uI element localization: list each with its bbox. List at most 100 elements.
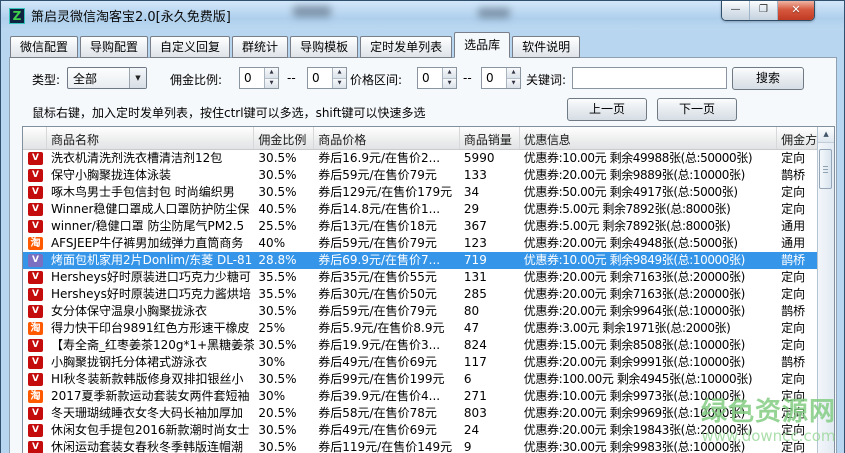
spinner-down-icon[interactable]: ▼ bbox=[333, 79, 346, 89]
spinner-down-icon[interactable]: ▼ bbox=[507, 79, 520, 89]
product-name-cell: Hersheys好时原装进口巧克力少糖可 bbox=[47, 269, 254, 286]
table-row[interactable]: 淘 AFSJEEP牛仔裤男加绒弹力直筒商务 40% 券后59元/在售价79元 1… bbox=[23, 235, 817, 252]
price-cell: 券后119元/在售价149元 bbox=[314, 439, 460, 453]
hint-text: 鼠标右键，加入定时发单列表，按住ctrl键可以多选，shift键可以快速多选 bbox=[32, 104, 425, 121]
icon-cell: 淘 bbox=[23, 388, 47, 405]
keyword-input[interactable] bbox=[572, 67, 727, 89]
icon-cell: 淘 bbox=[23, 235, 47, 252]
tab-guide-template[interactable]: 导购模板 bbox=[290, 36, 358, 58]
tab-label: 群统计 bbox=[242, 40, 278, 54]
sales-cell: 24 bbox=[460, 422, 520, 439]
table-row[interactable]: V 女分体保守温泉小胸聚拢泳衣 30.5% 券后59元/在售价79元 80 优惠… bbox=[23, 303, 817, 320]
next-page-button[interactable]: 下一页 bbox=[657, 98, 737, 121]
sales-cell: 285 bbox=[460, 286, 520, 303]
commission-max-spinner[interactable]: 0 ▲▼ bbox=[307, 67, 347, 89]
product-table: 商品名称 佣金比例 商品价格 商品销量 优惠信息 佣金方式 V 洗衣机清洗剂洗衣… bbox=[22, 126, 835, 453]
table-row[interactable]: V 小胸聚拢钢托分体裙式游泳衣 30% 券后49元/在售价69元 117 优惠券… bbox=[23, 354, 817, 371]
commission-min-value[interactable]: 0 bbox=[240, 68, 264, 88]
table-row[interactable]: V 洗衣机清洗剂洗衣槽清洁剂12包 30.5% 券后16.9元/在售价2... … bbox=[23, 150, 817, 167]
tmall-icon: V bbox=[28, 220, 43, 233]
price-max-spinner[interactable]: 0 ▲▼ bbox=[481, 67, 521, 89]
prev-page-button[interactable]: 上一页 bbox=[567, 98, 647, 121]
table-row[interactable]: 淘 得力快干印台9891红色方形速干橡皮 25% 券后5.9元/在售价8.9元 … bbox=[23, 320, 817, 337]
coupon-info-cell: 优惠券:5.00元 剩余7892张(总:8000张) bbox=[520, 201, 777, 218]
product-name-cell: 小胸聚拢钢托分体裙式游泳衣 bbox=[47, 354, 254, 371]
price-cell: 券后14.8元/在售价1... bbox=[314, 201, 460, 218]
spinner-up-icon[interactable]: ▲ bbox=[333, 68, 346, 79]
column-header-price[interactable]: 商品价格 bbox=[314, 127, 460, 149]
tab-group-stats[interactable]: 群统计 bbox=[232, 36, 288, 58]
spinner-up-icon[interactable]: ▲ bbox=[443, 68, 456, 79]
spinner-down-icon[interactable]: ▼ bbox=[265, 79, 278, 89]
tmall-icon: V bbox=[28, 373, 43, 386]
price-min-spinner[interactable]: 0 ▲▼ bbox=[417, 67, 457, 89]
scrollbar-thumb[interactable] bbox=[819, 149, 832, 189]
tab-timed-send-list[interactable]: 定时发单列表 bbox=[360, 36, 452, 58]
sales-cell: 133 bbox=[460, 167, 520, 184]
column-header-commission[interactable]: 佣金比例 bbox=[254, 127, 314, 149]
table-row[interactable]: V winner/稳健口罩 防尘防尾气PM2.5 25.5% 券后13元/在售价… bbox=[23, 218, 817, 235]
sales-cell: 131 bbox=[460, 269, 520, 286]
scroll-up-icon[interactable]: ▲ bbox=[818, 127, 834, 143]
minimize-button[interactable]: — bbox=[722, 1, 750, 20]
column-header-icon[interactable] bbox=[23, 127, 47, 149]
table-row[interactable]: V HI秋冬装新款韩版修身双排扣银丝小 30.5% 券后99元/在售价199元 … bbox=[23, 371, 817, 388]
commission-label: 佣金比例: bbox=[170, 71, 222, 88]
column-header-type[interactable]: 佣金方式 bbox=[777, 127, 817, 149]
commission-range-separator: -- bbox=[287, 71, 296, 85]
commission-cell: 40% bbox=[254, 235, 314, 252]
search-button[interactable]: 搜索 bbox=[732, 67, 804, 90]
price-max-value[interactable]: 0 bbox=[482, 68, 506, 88]
table-row[interactable]: V 烤面包机家用2片Donlim/东菱 DL-81 28.8% 券后69.9元/… bbox=[23, 252, 817, 269]
spinner-up-icon[interactable]: ▲ bbox=[507, 68, 520, 79]
coupon-info-cell: 优惠券:100.00元 剩余4945张(总:10000张) bbox=[520, 371, 777, 388]
column-header-sales[interactable]: 商品销量 bbox=[460, 127, 520, 149]
spinner-up-icon[interactable]: ▲ bbox=[265, 68, 278, 79]
titlebar: Z 箫启灵微信淘客宝2.0[永久免费版] — ❐ ✕ bbox=[1, 1, 844, 30]
tab-software-help[interactable]: 软件说明 bbox=[512, 36, 580, 58]
price-min-value[interactable]: 0 bbox=[418, 68, 442, 88]
column-header-coupon[interactable]: 优惠信息 bbox=[520, 127, 777, 149]
commission-cell: 20.5% bbox=[254, 405, 314, 422]
commission-type-cell: 定向 bbox=[777, 286, 817, 303]
vertical-scrollbar[interactable]: ▲ bbox=[817, 127, 834, 453]
column-header-name[interactable]: 商品名称 bbox=[47, 127, 254, 149]
tab-product-library[interactable]: 选品库 bbox=[454, 32, 510, 58]
table-row[interactable]: V 休闲运动套装女春秋冬季韩版连帽潮 30.5% 券后119元/在售价149元 … bbox=[23, 439, 817, 453]
tab-custom-reply[interactable]: 自定义回复 bbox=[150, 36, 230, 58]
table-row[interactable]: V 【寿全斋_红枣姜茶120g*1+黑糖姜茶 30.5% 券后19.9元/在售价… bbox=[23, 337, 817, 354]
table-row[interactable]: V Hersheys好时原装进口巧克力少糖可 35.5% 券后35元/在售价55… bbox=[23, 269, 817, 286]
sales-cell: 34 bbox=[460, 184, 520, 201]
table-row[interactable]: V Hersheys好时原装进口巧克力酱烘培 35.5% 券后30元/在售价50… bbox=[23, 286, 817, 303]
product-name-cell: 2017夏季新款运动套装女两件套短袖 bbox=[47, 388, 254, 405]
tab-wechat-config[interactable]: 微信配置 bbox=[10, 36, 78, 58]
keyword-label: 关键词: bbox=[526, 71, 566, 88]
product-name-cell: HI秋冬装新款韩版修身双排扣银丝小 bbox=[47, 371, 254, 388]
table-row[interactable]: 淘 2017夏季新款运动套装女两件套短袖 30% 券后39.9元/在售价4...… bbox=[23, 388, 817, 405]
icon-cell: 淘 bbox=[23, 320, 47, 337]
table-row[interactable]: V 保守小胸聚拢连体泳装 30.5% 券后59元/在售价79元 133 优惠券:… bbox=[23, 167, 817, 184]
coupon-info-cell: 优惠券:50.00元 剩余4917张(总:5000张) bbox=[520, 184, 777, 201]
spinner-down-icon[interactable]: ▼ bbox=[443, 79, 456, 89]
sales-cell: 117 bbox=[460, 354, 520, 371]
close-button[interactable]: ✕ bbox=[778, 1, 814, 20]
table-row[interactable]: V 休闲女包手提包2016新款潮时尚女士 30.5% 券后49元/在售价69元 … bbox=[23, 422, 817, 439]
app-window: Z 箫启灵微信淘客宝2.0[永久免费版] — ❐ ✕ 微信配置 导购配置 自定义… bbox=[0, 0, 845, 453]
tmall-icon: V bbox=[28, 152, 43, 165]
price-cell: 券后59元/在售价79元 bbox=[314, 235, 460, 252]
maximize-button[interactable]: ❐ bbox=[750, 1, 778, 20]
commission-max-value[interactable]: 0 bbox=[308, 68, 332, 88]
table-row[interactable]: V Winner稳健口罩成人口罩防护防尘保 40.5% 券后14.8元/在售价1… bbox=[23, 201, 817, 218]
table-row[interactable]: V 啄木鸟男士手包信封包 时尚编织男 30.5% 券后129元/在售价179元 … bbox=[23, 184, 817, 201]
commission-min-spinner[interactable]: 0 ▲▼ bbox=[239, 67, 279, 89]
product-name-cell: 保守小胸聚拢连体泳装 bbox=[47, 167, 254, 184]
tab-guide-config[interactable]: 导购配置 bbox=[80, 36, 148, 58]
commission-type-cell: 定向 bbox=[777, 337, 817, 354]
type-select[interactable]: 全部 ▼ bbox=[67, 67, 147, 89]
type-label: 类型: bbox=[32, 71, 60, 88]
chevron-down-icon[interactable]: ▼ bbox=[129, 68, 146, 88]
commission-type-cell: 定向 bbox=[777, 184, 817, 201]
table-row[interactable]: V 冬天珊瑚绒睡衣女冬大码长袖加厚加 20.5% 券后58元/在售价78元 80… bbox=[23, 405, 817, 422]
commission-cell: 30.5% bbox=[254, 184, 314, 201]
sales-cell: 29 bbox=[460, 201, 520, 218]
